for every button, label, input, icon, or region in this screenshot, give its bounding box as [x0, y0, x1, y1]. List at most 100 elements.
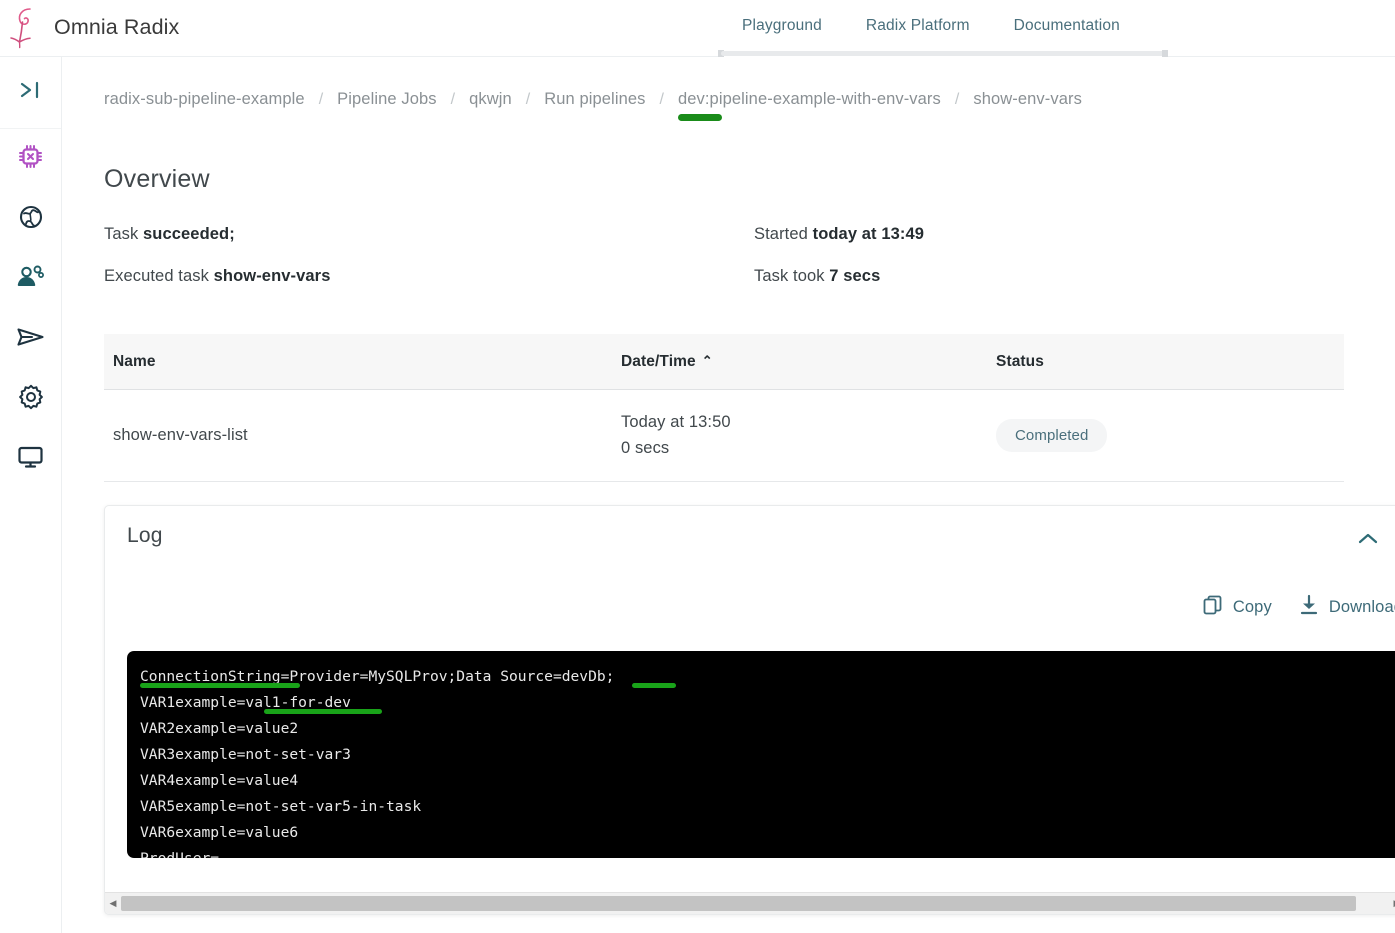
nav-scroll-thumb[interactable]	[721, 51, 1164, 56]
log-line-text: ConnectionString=Provider=MySQLProv;Data…	[140, 664, 614, 690]
log-actions: Copy Download	[1202, 594, 1395, 621]
breadcrumb-item-0[interactable]: radix-sub-pipeline-example	[104, 90, 305, 109]
globe-icon	[18, 204, 44, 235]
log-console[interactable]: ConnectionString=Provider=MySQLProv;Data…	[127, 651, 1395, 858]
log-highlight-marker	[264, 709, 382, 714]
log-line: ConnectionString=Provider=MySQLProv;Data…	[140, 664, 1395, 690]
column-header-name[interactable]: Name	[113, 353, 621, 371]
nav-tab-radix-platform[interactable]: Radix Platform	[844, 0, 992, 35]
cell-status: Completed	[996, 419, 1296, 452]
task-status-label: Task	[104, 225, 143, 243]
breadcrumb-item-5: show-env-vars	[973, 90, 1082, 109]
overview-grid: Task succeeded; Started today at 13:49 E…	[104, 225, 1334, 309]
chevron-up-icon	[1358, 532, 1378, 550]
task-started: Started today at 13:49	[754, 225, 924, 244]
main-navigation: Playground Radix Platform Documentation	[718, 0, 1168, 49]
task-started-label: Started	[754, 225, 813, 243]
sidebar-item-monitor[interactable]	[0, 429, 61, 489]
scrollbar-track[interactable]	[121, 893, 1389, 915]
task-executed-label: Executed task	[104, 267, 214, 285]
sidebar-item-globe[interactable]	[0, 189, 61, 249]
task-duration-label: Task took	[754, 267, 829, 285]
task-duration-value: 7 secs	[829, 267, 880, 285]
nav-tab-documentation[interactable]: Documentation	[992, 0, 1142, 35]
log-title: Log	[127, 524, 163, 548]
scroll-left-arrow-icon[interactable]: ◀	[105, 893, 121, 915]
monitor-icon	[17, 445, 44, 474]
log-line: VAR3example=not-set-var3	[140, 742, 1395, 768]
cell-date: Today at 13:50	[621, 410, 996, 436]
sidebar-toggle-button[interactable]	[0, 57, 61, 129]
task-status: Task succeeded;	[104, 225, 754, 244]
task-duration: Task took 7 secs	[754, 267, 880, 286]
sidebar-items	[0, 129, 61, 489]
log-line: VAR4example=value4	[140, 768, 1395, 794]
log-line: VAR2example=value2	[140, 716, 1395, 742]
overview-row-status: Task succeeded; Started today at 13:49	[104, 225, 1334, 244]
breadcrumb-highlight-marker	[678, 114, 722, 121]
main-content: radix-sub-pipeline-example / Pipeline Jo…	[62, 57, 1395, 933]
brand-name: Omnia Radix	[54, 15, 179, 40]
download-label: Download	[1329, 598, 1395, 617]
brand[interactable]: Omnia Radix	[8, 5, 179, 49]
sort-ascending-icon: ⌃	[702, 353, 713, 369]
table-row[interactable]: show-env-vars-list Today at 13:50 0 secs…	[104, 390, 1344, 482]
steps-table: Name Date/Time ⌃ Status show-env-vars-lis…	[104, 334, 1344, 482]
left-sidebar	[0, 57, 62, 933]
log-line: VAR1example=val1-for-dev	[140, 690, 1395, 716]
log-line-text: VAR1example=val1-for-dev	[140, 690, 351, 716]
cell-duration: 0 secs	[621, 436, 996, 462]
breadcrumb-item-4[interactable]: dev:pipeline-example-with-env-vars	[678, 90, 941, 109]
breadcrumb: radix-sub-pipeline-example / Pipeline Jo…	[104, 90, 1082, 109]
expand-panel-icon	[18, 79, 44, 106]
nav-tab-playground[interactable]: Playground	[718, 0, 844, 35]
sidebar-item-settings[interactable]	[0, 369, 61, 429]
copy-button[interactable]: Copy	[1202, 594, 1272, 621]
log-console-lines: ConnectionString=Provider=MySQLProv;Data…	[140, 664, 1395, 858]
sidebar-item-admin[interactable]	[0, 249, 61, 309]
breadcrumb-separator: /	[526, 91, 530, 109]
log-panel: Log Copy	[104, 505, 1395, 915]
sidebar-item-deploy[interactable]	[0, 309, 61, 369]
log-line: VAR5example=not-set-var5-in-task	[140, 794, 1395, 820]
breadcrumb-item-3[interactable]: Run pipelines	[544, 90, 645, 109]
status-badge: Completed	[996, 419, 1107, 452]
cell-datetime: Today at 13:50 0 secs	[621, 410, 996, 461]
log-collapse-button[interactable]	[1355, 528, 1381, 554]
radix-leaf-logo-icon	[8, 5, 44, 49]
gear-icon	[18, 384, 44, 415]
breadcrumb-item-2[interactable]: qkwjn	[469, 90, 512, 109]
ai-chip-icon	[17, 143, 44, 175]
log-line-text: VAR5example=not-set-var5-in-task	[140, 794, 421, 820]
cell-name: show-env-vars-list	[113, 426, 621, 445]
breadcrumb-separator: /	[451, 91, 455, 109]
nav-scroll-right-arrow[interactable]	[1162, 50, 1168, 57]
log-line-text: VAR6example=value6	[140, 820, 298, 846]
task-executed-value: show-env-vars	[214, 267, 331, 285]
download-icon	[1298, 594, 1320, 621]
breadcrumb-separator: /	[955, 91, 959, 109]
column-header-status[interactable]: Status	[996, 353, 1296, 371]
breadcrumb-separator: /	[660, 91, 664, 109]
scrollbar-thumb[interactable]	[121, 896, 1356, 911]
overview-row-task: Executed task show-env-vars Task took 7 …	[104, 267, 1334, 286]
sidebar-item-ai[interactable]	[0, 129, 61, 189]
log-line-text: VAR4example=value4	[140, 768, 298, 794]
task-started-value: today at 13:49	[813, 225, 924, 243]
nav-scrollbar[interactable]	[718, 50, 1168, 57]
copy-label: Copy	[1233, 598, 1272, 617]
top-header: Omnia Radix Playground Radix Platform Do…	[0, 0, 1395, 57]
column-header-datetime[interactable]: Date/Time ⌃	[621, 353, 996, 371]
log-highlight-marker	[140, 683, 300, 688]
log-line-text: VAR2example=value2	[140, 716, 298, 742]
table-header-row: Name Date/Time ⌃ Status	[104, 334, 1344, 390]
copy-icon	[1202, 594, 1224, 621]
column-header-datetime-label: Date/Time	[621, 353, 696, 370]
scroll-right-arrow-icon[interactable]: ▶	[1389, 893, 1395, 915]
download-button[interactable]: Download	[1298, 594, 1395, 621]
log-highlight-marker	[632, 683, 676, 688]
page-title: Overview	[104, 165, 210, 194]
breadcrumb-item-1[interactable]: Pipeline Jobs	[337, 90, 436, 109]
task-executed: Executed task show-env-vars	[104, 267, 754, 286]
log-horizontal-scrollbar[interactable]: ◀ ▶	[105, 892, 1395, 914]
